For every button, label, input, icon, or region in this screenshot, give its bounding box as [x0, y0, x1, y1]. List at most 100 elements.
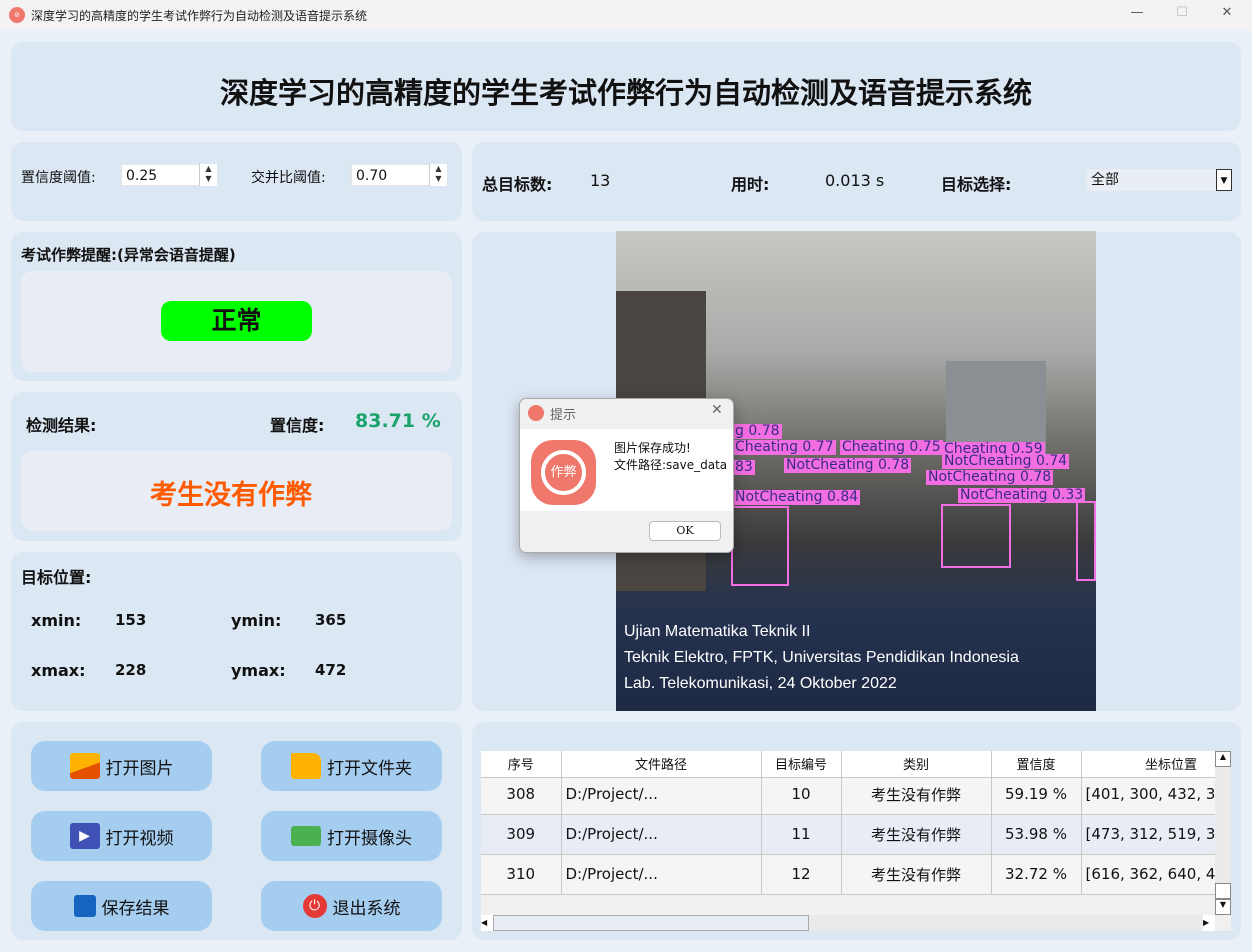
maximize-button[interactable]: ☐ — [1172, 5, 1192, 25]
open-camera-button[interactable]: 打开摄像头 — [261, 811, 442, 861]
table-row[interactable]: 308 D:/Project/... 10 考生没有作弊 59.19 % [401, 30… — [481, 774, 1215, 815]
save-button[interactable]: 保存结果 — [31, 881, 212, 931]
image-caption: Ujian Matematika Teknik II Teknik Elektr… — [624, 619, 1019, 697]
table-row[interactable]: 310 D:/Project/... 12 考生没有作弊 32.72 % [616, 36… — [481, 854, 1215, 895]
scroll-thumb[interactable] — [1215, 883, 1231, 899]
warning-status: 正常 — [161, 301, 312, 341]
floppy-disk-icon — [73, 895, 96, 917]
window-title: 深度学习的高精度的学生考试作弊行为自动检测及语音提示系统 — [31, 9, 368, 23]
result-text: 考生没有作弊 — [150, 480, 312, 511]
xmax-value: 228 — [115, 661, 147, 679]
dialog-message: 图片保存成功! 文件路径:save_data — [614, 440, 727, 474]
total-value: 13 — [590, 171, 611, 190]
detection-label: NotCheating 0.84 — [733, 489, 861, 505]
table-cell: D:/Project/... — [561, 814, 762, 855]
exit-button[interactable]: ⏻ 退出系统 — [261, 881, 442, 931]
column-header[interactable]: 序号 — [481, 751, 562, 778]
iou-spin-buttons[interactable]: ▲ ▼ — [429, 164, 447, 186]
table-header: 序号 文件路径 目标编号 类别 置信度 坐标位置 — [481, 751, 1231, 778]
position-panel: 目标位置: xmin: 153 ymin: 365 xmax: 228 ymax… — [11, 552, 462, 711]
camera-icon — [291, 826, 321, 846]
scroll-left-arrow[interactable]: ◀ — [481, 915, 493, 931]
table-cell: 32.72 % — [991, 854, 1082, 895]
xmin-value: 153 — [115, 611, 147, 629]
warning-title: 考试作弊提醒:(异常会语音提醒) — [21, 246, 236, 264]
power-icon: ⏻ — [302, 894, 327, 918]
buttons-panel: 打开图片 打开文件夹 ▶ 打开视频 打开摄像头 保存结果 ⏻ 退出系统 — [11, 722, 462, 940]
column-header[interactable]: 文件路径 — [561, 751, 762, 778]
target-select-value: 全部 — [1091, 172, 1119, 188]
dialog-close-button[interactable]: ✕ — [711, 402, 723, 418]
open-image-button[interactable]: 打开图片 — [31, 741, 212, 791]
column-header[interactable]: 坐标位置 — [1081, 751, 1231, 778]
table-cell: 309 — [481, 814, 562, 855]
no-cheating-icon: 作弊 — [531, 440, 596, 505]
conf-spin-buttons[interactable]: ▲ ▼ — [199, 164, 217, 186]
result-conf-value: 83.71 % — [355, 410, 441, 432]
table-row[interactable]: 309 D:/Project/... 11 考生没有作弊 53.98 % [473, 31… — [481, 814, 1215, 855]
detection-label: Cheating 0.77 — [733, 439, 836, 455]
table-cell: 310 — [481, 854, 562, 895]
table-cell: 59.19 % — [991, 774, 1082, 815]
table-cell: 308 — [481, 774, 562, 815]
open-video-button[interactable]: ▶ 打开视频 — [31, 811, 212, 861]
detection-box — [731, 506, 789, 586]
detection-label: NotCheating 0.78 — [784, 457, 912, 473]
no-cheating-icon-text: 作弊 — [541, 450, 586, 495]
detection-box — [941, 504, 1011, 568]
table-cell: 11 — [761, 814, 842, 855]
time-label: 用时: — [731, 175, 770, 194]
detection-label: NotCheating 0.78 — [926, 469, 1054, 485]
table-cell: [401, 300, 432, 345 — [1081, 774, 1215, 815]
stats-panel: 总目标数: 13 用时: 0.013 s 目标选择: 全部 ▼ — [472, 142, 1241, 221]
time-value: 0.013 s — [825, 171, 885, 190]
message-dialog: 提示 ✕ 作弊 图片保存成功! 文件路径:save_data OK — [519, 398, 734, 553]
table-cell: 10 — [761, 774, 842, 815]
scroll-up-arrow[interactable]: ▲ — [1215, 751, 1231, 767]
column-header[interactable]: 类别 — [841, 751, 992, 778]
open-image-label: 打开图片 — [105, 758, 174, 779]
dialog-line2: 文件路径:save_data — [614, 458, 728, 472]
conf-threshold-label: 置信度阈值: — [21, 170, 96, 186]
iou-threshold-label: 交并比阈值: — [251, 170, 326, 186]
caption-line: Ujian Matematika Teknik II — [624, 623, 811, 640]
result-box: 考生没有作弊 — [21, 451, 452, 531]
detection-box — [1076, 501, 1096, 581]
dialog-line1: 图片保存成功! — [614, 441, 691, 455]
video-icon: ▶ — [69, 823, 100, 849]
open-folder-label: 打开文件夹 — [327, 758, 412, 779]
table-cell: D:/Project/... — [561, 774, 762, 815]
folder-icon — [291, 753, 321, 779]
open-video-label: 打开视频 — [105, 828, 174, 849]
h-scroll-thumb[interactable] — [493, 915, 809, 931]
exit-label: 退出系统 — [332, 898, 401, 919]
save-label: 保存结果 — [101, 898, 170, 919]
title-bar: ⊘ 深度学习的高精度的学生考试作弊行为自动检测及语音提示系统 — ☐ ✕ — [0, 0, 1252, 30]
detection-label: g 0.78 — [733, 423, 782, 439]
scroll-down-arrow[interactable]: ▼ — [1215, 899, 1231, 915]
minimize-button[interactable]: — — [1127, 5, 1147, 25]
column-header[interactable]: 目标编号 — [761, 751, 842, 778]
close-button[interactable]: ✕ — [1217, 5, 1237, 25]
page-title: 深度学习的高精度的学生考试作弊行为自动检测及语音提示系统 — [219, 76, 1032, 110]
scroll-right-arrow[interactable]: ▶ — [1203, 915, 1215, 931]
column-header[interactable]: 置信度 — [991, 751, 1082, 778]
open-folder-button[interactable]: 打开文件夹 — [261, 741, 442, 791]
caption-line: Teknik Elektro, FPTK, Universitas Pendid… — [624, 649, 1019, 666]
target-select[interactable]: 全部 ▼ — [1086, 169, 1232, 191]
table-cell: 考生没有作弊 — [841, 854, 992, 895]
detection-label: NotCheating 0.33 — [958, 487, 1086, 503]
table-cell: 考生没有作弊 — [841, 814, 992, 855]
caption-line: Lab. Telekomunikasi, 24 Oktober 2022 — [624, 675, 897, 692]
detection-label: NotCheating 0.74 — [942, 453, 1070, 469]
open-camera-label: 打开摄像头 — [327, 828, 412, 849]
dialog-app-icon — [528, 405, 544, 421]
ymax-label: ymax: — [231, 661, 286, 680]
vertical-scrollbar[interactable]: ▲ ▼ — [1215, 751, 1231, 915]
dialog-ok-button[interactable]: OK — [649, 521, 721, 541]
dialog-title: 提示 — [550, 408, 577, 423]
horizontal-scrollbar[interactable]: ◀ ▶ — [481, 915, 1215, 931]
target-select-label: 目标选择: — [941, 175, 1012, 194]
chevron-down-icon[interactable]: ▼ — [1216, 169, 1232, 191]
table-cell: 53.98 % — [991, 814, 1082, 855]
